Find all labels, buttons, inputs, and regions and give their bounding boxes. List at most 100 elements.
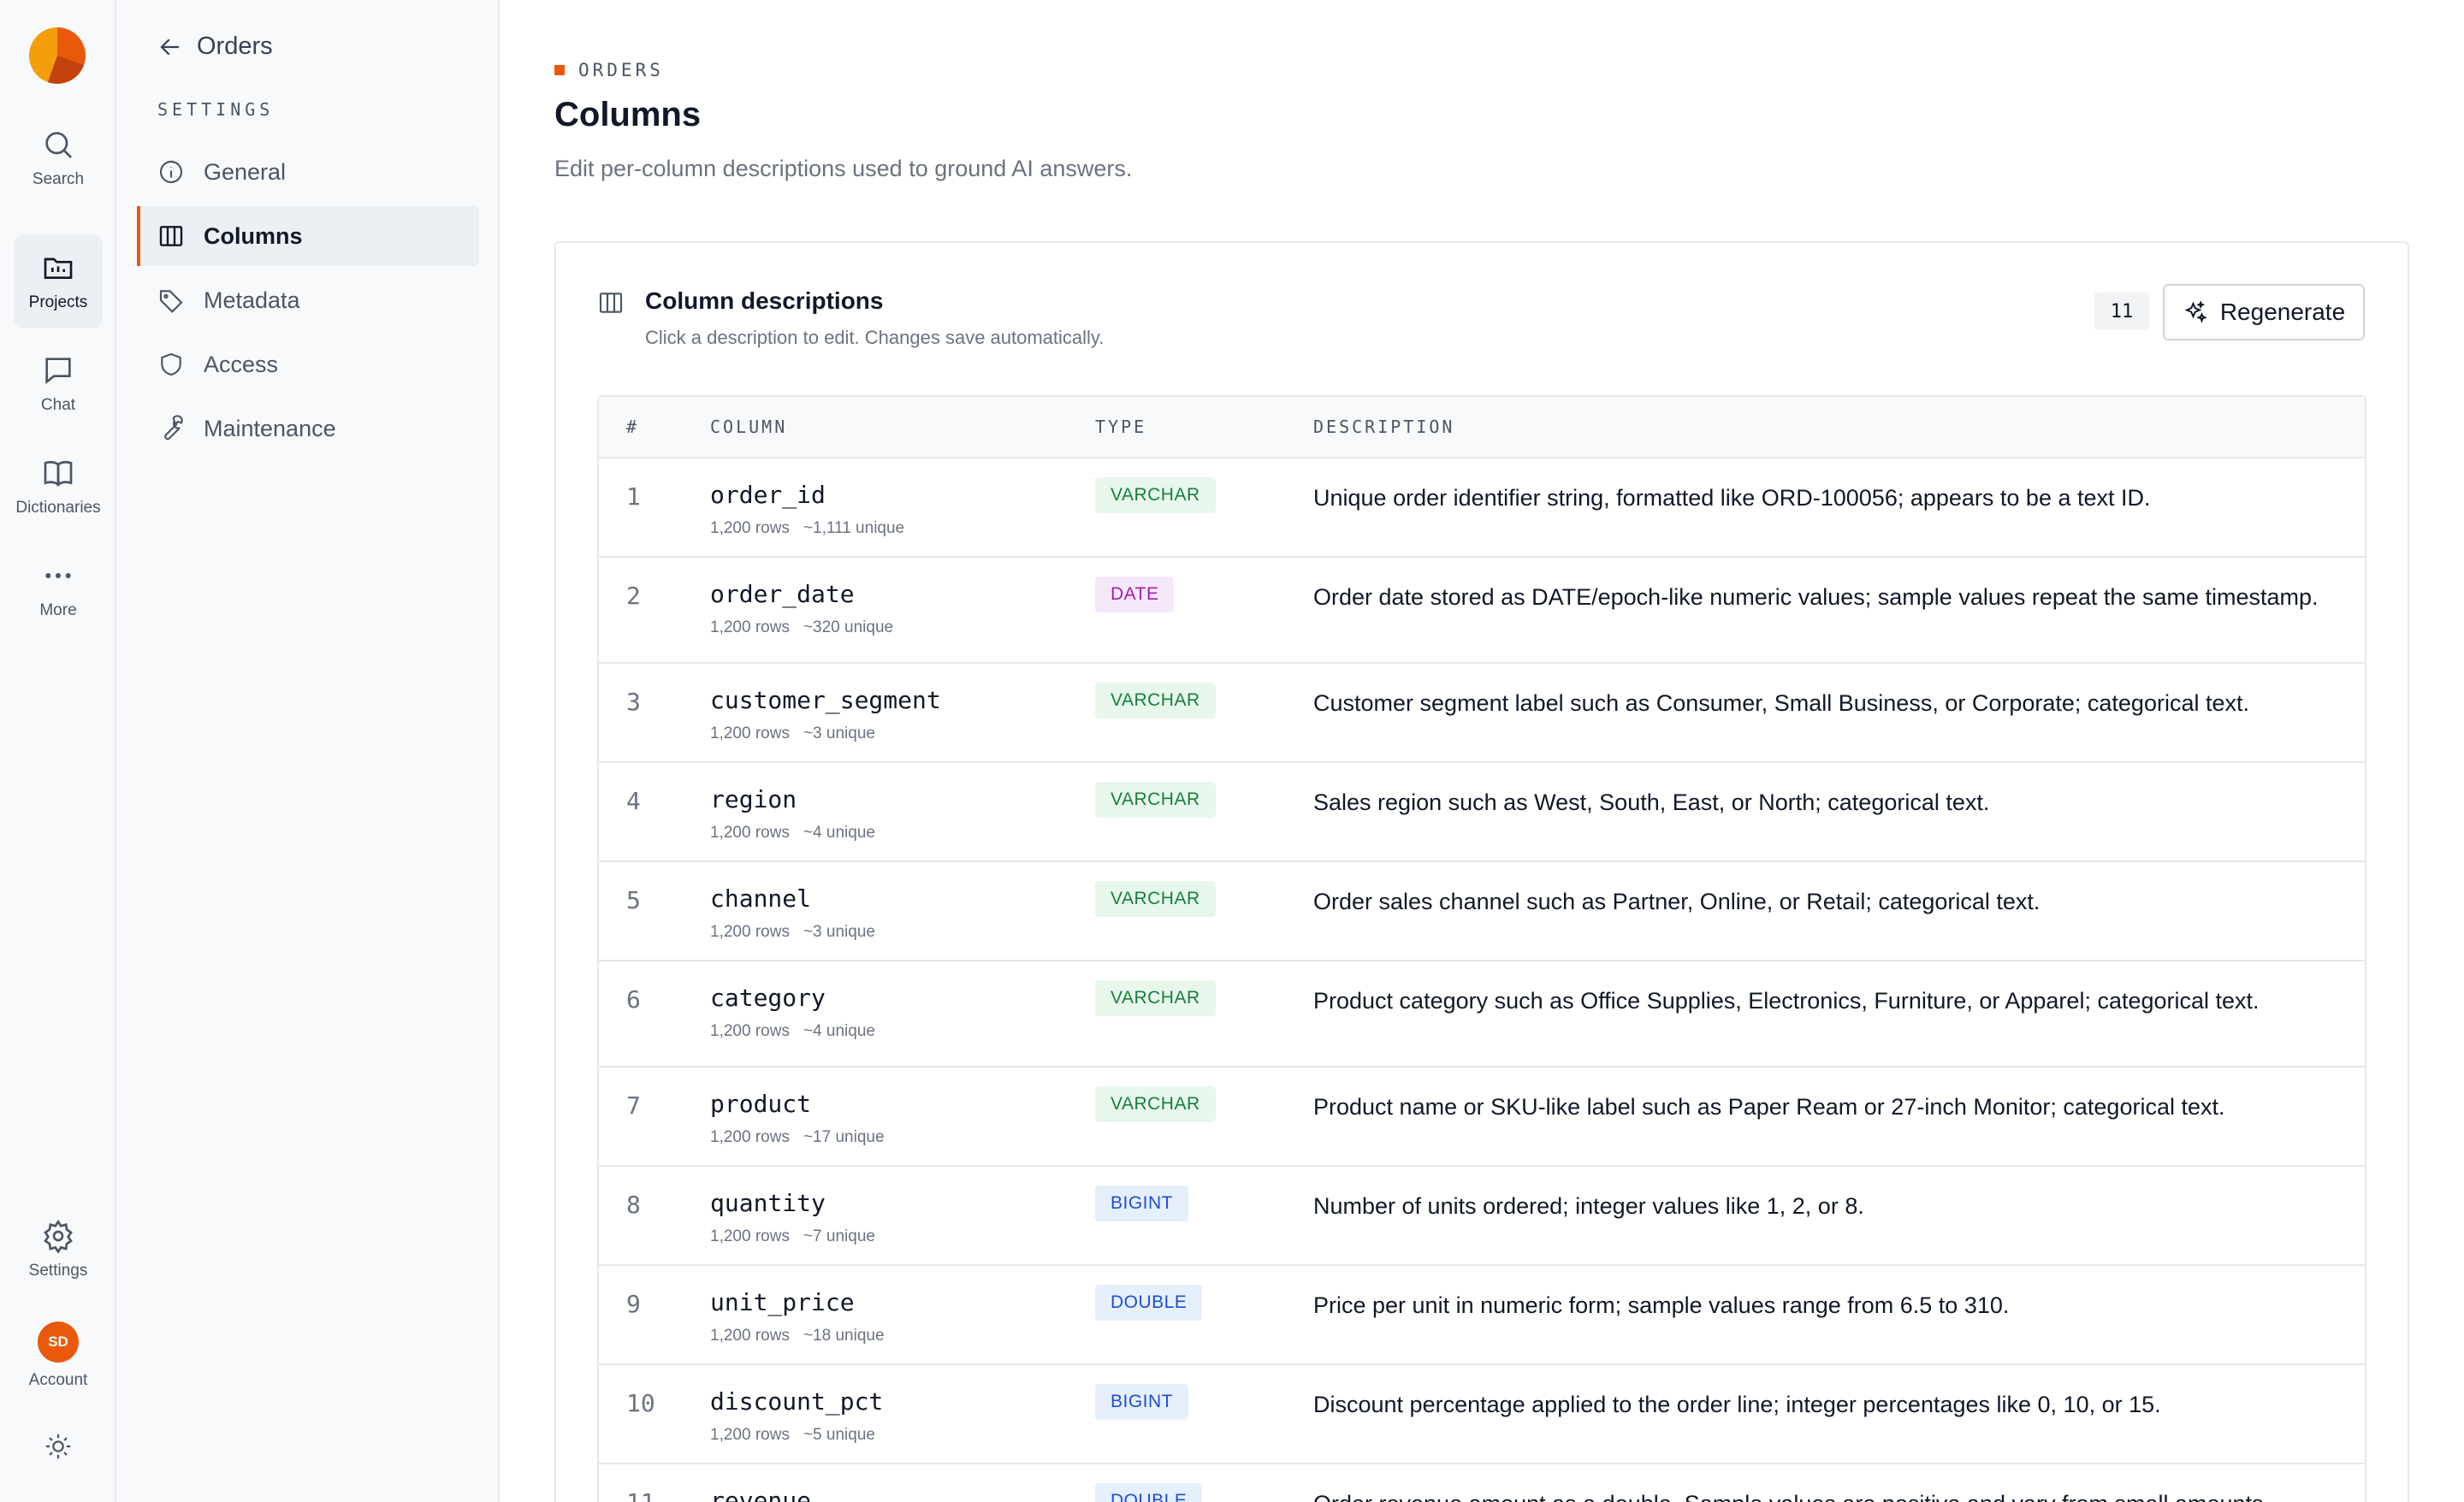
regenerate-button[interactable]: Regenerate <box>2163 284 2365 340</box>
nav-item-label: Maintenance <box>204 415 336 441</box>
column-cell: product 1,200 rows ~17 unique <box>710 1067 1095 1147</box>
column-cell: revenue <box>710 1464 1095 1502</box>
description-editable[interactable]: Customer segment label such as Consumer,… <box>1313 664 2365 720</box>
rail-item-account[interactable]: SD Account <box>14 1309 103 1403</box>
column-name: discount_pct <box>710 1387 884 1416</box>
description-editable[interactable]: Number of units ordered; integer values … <box>1313 1167 2365 1223</box>
type-badge: BIGINT <box>1095 1186 1189 1221</box>
tag-icon <box>159 290 183 313</box>
column-meta: 1,200 rows ~18 unique <box>710 1327 1095 1345</box>
description-editable[interactable]: Price per unit in numeric form; sample v… <box>1313 1266 2365 1322</box>
back-link[interactable]: Orders <box>157 33 273 61</box>
arrow-left-icon <box>160 38 179 56</box>
page-title: Columns <box>554 96 702 133</box>
column-meta: 1,200 rows ~4 unique <box>710 824 1095 843</box>
column-meta: 1,200 rows ~5 unique <box>710 1426 1095 1445</box>
rail-item-more[interactable]: More <box>14 542 103 636</box>
type-badge: DOUBLE <box>1095 1285 1203 1321</box>
nav-item-metadata[interactable]: Metadata <box>137 270 479 330</box>
description-editable[interactable]: Unique order identifier string, formatte… <box>1313 458 2365 515</box>
chat-icon <box>45 358 71 385</box>
main-content: ORDERS Columns Edit per-column descripti… <box>500 0 2464 1502</box>
rail-label: More <box>39 601 77 619</box>
column-cell: customer_segment 1,200 rows ~3 unique <box>710 664 1095 743</box>
table-row: 8 quantity 1,200 rows ~7 unique BIGINT Number… <box>599 1167 2365 1266</box>
breadcrumb: ORDERS <box>554 60 664 80</box>
table-row: 6 category 1,200 rows ~4 unique VARCHAR Produ… <box>599 961 2365 1067</box>
table-row: 10 discount_pct 1,200 rows ~5 unique BIGINT D… <box>599 1365 2365 1464</box>
column-cell: quantity 1,200 rows ~7 unique <box>710 1167 1095 1246</box>
column-cell: order_date 1,200 rows ~320 unique <box>710 558 1095 637</box>
settings-sidebar: Orders SETTINGS General Columns Metadata… <box>116 0 500 1502</box>
header-type: TYPE <box>1095 417 1147 437</box>
nav-item-access[interactable]: Access <box>137 334 479 394</box>
column-cell: region 1,200 rows ~4 unique <box>710 763 1095 843</box>
column-count-badge: 11 <box>2094 293 2149 330</box>
type-badge: VARCHAR <box>1095 683 1216 718</box>
description-editable[interactable]: Discount percentage applied to the order… <box>1313 1365 2365 1422</box>
description-editable[interactable]: Order date stored as DATE/epoch-like num… <box>1313 558 2365 614</box>
column-meta: 1,200 rows ~4 unique <box>710 1022 1095 1041</box>
nav-item-label: Access <box>204 351 279 377</box>
theme-toggle-button[interactable] <box>14 1408 103 1485</box>
table-header: # COLUMN TYPE DESCRIPTION <box>599 397 2365 458</box>
type-badge: VARCHAR <box>1095 980 1216 1016</box>
table-row: 7 product 1,200 rows ~17 unique VARCHAR Produ… <box>599 1067 2365 1167</box>
unique-count: ~3 unique <box>803 923 875 941</box>
column-meta: 1,200 rows ~3 unique <box>710 923 1095 942</box>
sparkles-icon <box>2184 300 2207 323</box>
row-count: 1,200 rows <box>710 1022 790 1040</box>
row-count: 1,200 rows <box>710 1227 790 1245</box>
info-icon <box>159 160 183 184</box>
rail-item-settings[interactable]: Settings <box>14 1203 103 1297</box>
icon-rail: Search Projects Chat Dictionaries More S… <box>0 0 116 1502</box>
rail-item-dictionaries[interactable]: Dictionaries <box>14 440 103 534</box>
description-editable[interactable]: Product name or SKU-like label such as P… <box>1313 1067 2365 1124</box>
row-number: 2 <box>626 582 641 610</box>
description-editable[interactable]: Order sales channel such as Partner, Onl… <box>1313 862 2365 919</box>
row-count: 1,200 rows <box>710 724 790 742</box>
type-cell: VARCHAR <box>1095 664 1313 718</box>
type-badge: VARCHAR <box>1095 881 1216 917</box>
table-row: 1 order_id 1,200 rows ~1,111 unique VARCHAR U… <box>599 458 2365 558</box>
table-row: 4 region 1,200 rows ~4 unique VARCHAR Sales r… <box>599 763 2365 862</box>
type-badge: DOUBLE <box>1095 1483 1203 1502</box>
settings-nav: General Columns Metadata Access Maintena… <box>137 142 479 463</box>
row-count: 1,200 rows <box>710 923 790 941</box>
rail-item-search[interactable]: Search <box>14 111 103 205</box>
nav-item-label: Columns <box>204 222 303 249</box>
nav-item-general[interactable]: General <box>137 142 479 202</box>
type-cell: DOUBLE <box>1095 1464 1313 1502</box>
regenerate-label: Regenerate <box>2219 299 2346 325</box>
column-name: quantity <box>710 1189 826 1217</box>
unique-count: ~7 unique <box>803 1227 875 1245</box>
rail-item-chat[interactable]: Chat <box>14 337 103 431</box>
header-column: COLUMN <box>710 417 788 437</box>
table-body: 1 order_id 1,200 rows ~1,111 unique VARCHAR U… <box>599 458 2365 1502</box>
nav-item-label: Metadata <box>204 287 300 313</box>
breadcrumb-label: ORDERS <box>578 60 664 80</box>
nav-item-columns[interactable]: Columns <box>137 206 479 266</box>
row-number: 3 <box>626 688 641 716</box>
type-cell: DOUBLE <box>1095 1266 1313 1321</box>
accent-square-icon <box>554 65 565 75</box>
column-cell: unit_price 1,200 rows ~18 unique <box>710 1266 1095 1345</box>
row-number: 8 <box>626 1191 641 1219</box>
type-cell: VARCHAR <box>1095 961 1313 1016</box>
type-cell: BIGINT <box>1095 1167 1313 1221</box>
column-name: product <box>710 1090 812 1118</box>
table-row: 9 unit_price 1,200 rows ~18 unique DOUBLE Pri… <box>599 1266 2365 1365</box>
row-number: 1 <box>626 482 641 511</box>
nav-item-maintenance[interactable]: Maintenance <box>137 399 479 458</box>
description-editable[interactable]: Product category such as Office Supplies… <box>1313 961 2365 1018</box>
columns-icon <box>599 293 623 313</box>
unique-count: ~18 unique <box>803 1327 885 1345</box>
row-number: 11 <box>599 1464 710 1502</box>
column-cell: order_id 1,200 rows ~1,111 unique <box>710 458 1095 538</box>
avatar: SD <box>38 1322 79 1363</box>
description-editable[interactable]: Order revenue amount as a double. Sample… <box>1313 1464 2365 1502</box>
rail-item-projects[interactable]: Projects <box>14 234 103 328</box>
description-editable[interactable]: Sales region such as West, South, East, … <box>1313 763 2365 819</box>
nav-item-label: General <box>204 158 287 185</box>
app-logo-icon[interactable] <box>29 27 86 84</box>
